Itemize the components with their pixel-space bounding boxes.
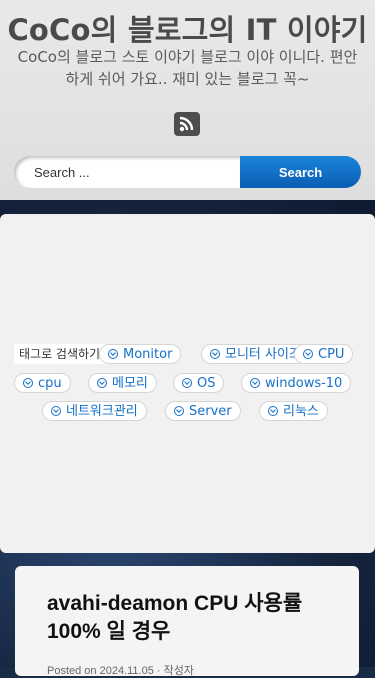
tag-cpu-upper[interactable]: CPU [294, 344, 354, 364]
tag-icon [303, 349, 313, 359]
tag-monitor[interactable]: Monitor [99, 344, 182, 364]
tag-icon [97, 378, 107, 388]
rss-icon[interactable] [174, 112, 200, 136]
post-card: avahi-deamon CPU 사용률 100% 일 경우 Posted on… [15, 566, 359, 677]
tag-icon [250, 378, 260, 388]
tag-os[interactable]: OS [173, 373, 225, 393]
site-header: CoCo의 블로그의 IT 이야기 CoCo의 블로그 스토 이야기 블로그 이… [0, 0, 375, 200]
tag-icon [174, 406, 184, 416]
tag-network-admin[interactable]: 네트워크관리 [42, 401, 147, 421]
tag-icon [51, 406, 61, 416]
tag-icon [108, 349, 118, 359]
search-input[interactable] [14, 156, 240, 188]
search-button[interactable]: Search [240, 156, 361, 188]
tag-windows-10[interactable]: windows-10 [241, 373, 352, 393]
post-title[interactable]: avahi-deamon CPU 사용률 100% 일 경우 [47, 590, 337, 646]
tag-server[interactable]: Server [165, 401, 241, 421]
tag-cpu[interactable]: cpu [14, 373, 71, 393]
tag-linux[interactable]: 리눅스 [259, 401, 328, 421]
site-tagline: CoCo의 블로그 스토 이야기 블로그 이야 이니다. 편안하게 쉬어 가요.… [17, 48, 358, 88]
tag-icon [210, 349, 220, 359]
tag-icon [182, 378, 192, 388]
post-meta: Posted on 2024.11.05 · 작성자 [47, 665, 194, 677]
tag-icon [268, 406, 278, 416]
tag-widget-title: 태그로 검색하기 [14, 344, 106, 364]
tag-icon [23, 378, 33, 388]
search-form: Search [14, 156, 361, 188]
tag-memory[interactable]: 메모리 [88, 373, 157, 393]
site-title[interactable]: CoCo의 블로그의 IT 이야기 [0, 7, 375, 49]
